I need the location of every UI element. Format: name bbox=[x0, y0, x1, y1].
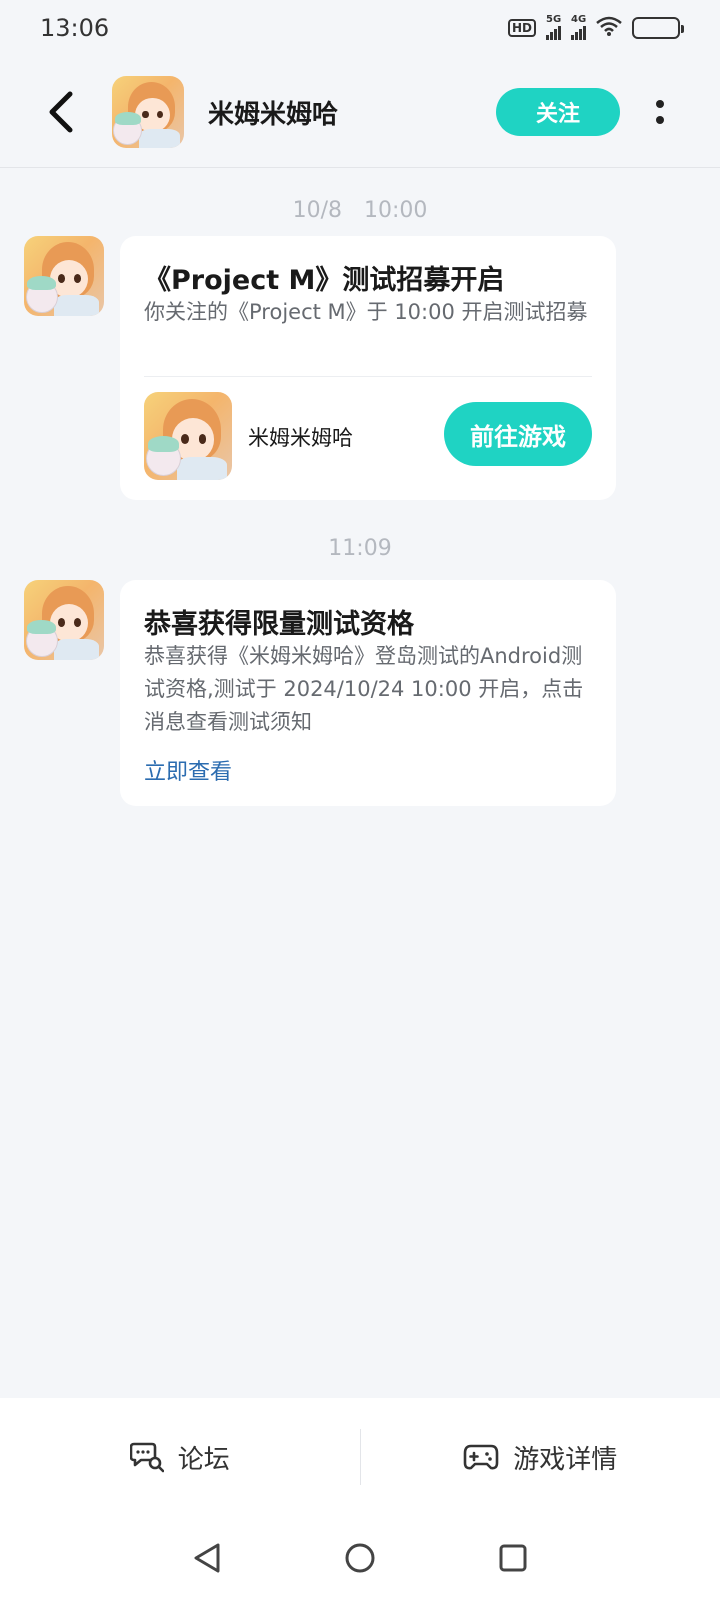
forum-icon bbox=[129, 1442, 164, 1473]
divider bbox=[144, 376, 592, 377]
signal-5g-label: 5G bbox=[546, 14, 562, 25]
wifi-icon bbox=[596, 16, 622, 40]
forum-label: 论坛 bbox=[177, 1444, 230, 1475]
game-icon[interactable] bbox=[144, 392, 232, 480]
signal-4g-icon: 4G bbox=[571, 14, 587, 40]
message-time: 10/8 10:00 bbox=[292, 198, 428, 223]
message-title: 恭喜获得限量测试资格 bbox=[144, 609, 414, 640]
follow-button[interactable]: 关注 bbox=[496, 88, 620, 136]
signal-4g-label: 4G bbox=[571, 14, 587, 25]
message-description: 恭喜获得《米姆米姆哈》登岛测试的Android测试资格,测试于 2024/10/… bbox=[144, 644, 584, 734]
signal-5g-icon: 5G bbox=[546, 14, 562, 40]
status-time: 13:06 bbox=[40, 14, 110, 42]
system-nav-bar bbox=[0, 1516, 720, 1600]
back-arrow-icon bbox=[49, 91, 73, 133]
header: 米姆米姆哈 关注 bbox=[0, 56, 720, 168]
gamepad-icon bbox=[463, 1444, 499, 1470]
status-icons: HD 5G 4G bbox=[507, 14, 684, 40]
sender-avatar[interactable] bbox=[24, 236, 104, 316]
nav-home-button[interactable] bbox=[340, 1538, 380, 1578]
hd-icon: HD bbox=[507, 19, 536, 37]
game-details-label: 游戏详情 bbox=[513, 1444, 618, 1475]
sender-avatar[interactable] bbox=[24, 580, 104, 660]
nav-recents-button[interactable] bbox=[493, 1538, 533, 1578]
circle-home-icon bbox=[345, 1543, 375, 1573]
more-button[interactable] bbox=[648, 88, 672, 136]
game-details-tab[interactable]: 游戏详情 bbox=[361, 1398, 720, 1516]
triangle-back-icon bbox=[194, 1543, 220, 1573]
message-title: 《Project M》测试招募开启 bbox=[144, 265, 505, 296]
page-title: 米姆米姆哈 bbox=[208, 100, 339, 130]
goto-game-button[interactable]: 前往游戏 bbox=[444, 402, 592, 466]
game-name: 米姆米姆哈 bbox=[248, 426, 353, 450]
more-vertical-icon bbox=[656, 100, 664, 108]
message-card-qualification[interactable]: 恭喜获得限量测试资格 恭喜获得《米姆米姆哈》登岛测试的Android测试资格,测… bbox=[120, 580, 616, 806]
message-description: 你关注的《Project M》于 10:00 开启测试招募 bbox=[144, 300, 588, 324]
view-now-link[interactable]: 立即查看 bbox=[144, 754, 232, 786]
nav-back-button[interactable] bbox=[187, 1538, 227, 1578]
message-time: 11:09 bbox=[328, 536, 392, 561]
square-recents-icon bbox=[499, 1544, 527, 1572]
bottom-bar: 论坛 游戏详情 bbox=[0, 1398, 720, 1516]
forum-tab[interactable]: 论坛 bbox=[0, 1398, 360, 1516]
back-button[interactable] bbox=[40, 88, 80, 136]
message-card-recruit[interactable]: 《Project M》测试招募开启 你关注的《Project M》于 10:00… bbox=[120, 236, 616, 500]
battery-icon bbox=[632, 17, 684, 39]
header-avatar[interactable] bbox=[112, 76, 184, 148]
status-bar: 13:06 HD 5G 4G bbox=[0, 0, 720, 56]
